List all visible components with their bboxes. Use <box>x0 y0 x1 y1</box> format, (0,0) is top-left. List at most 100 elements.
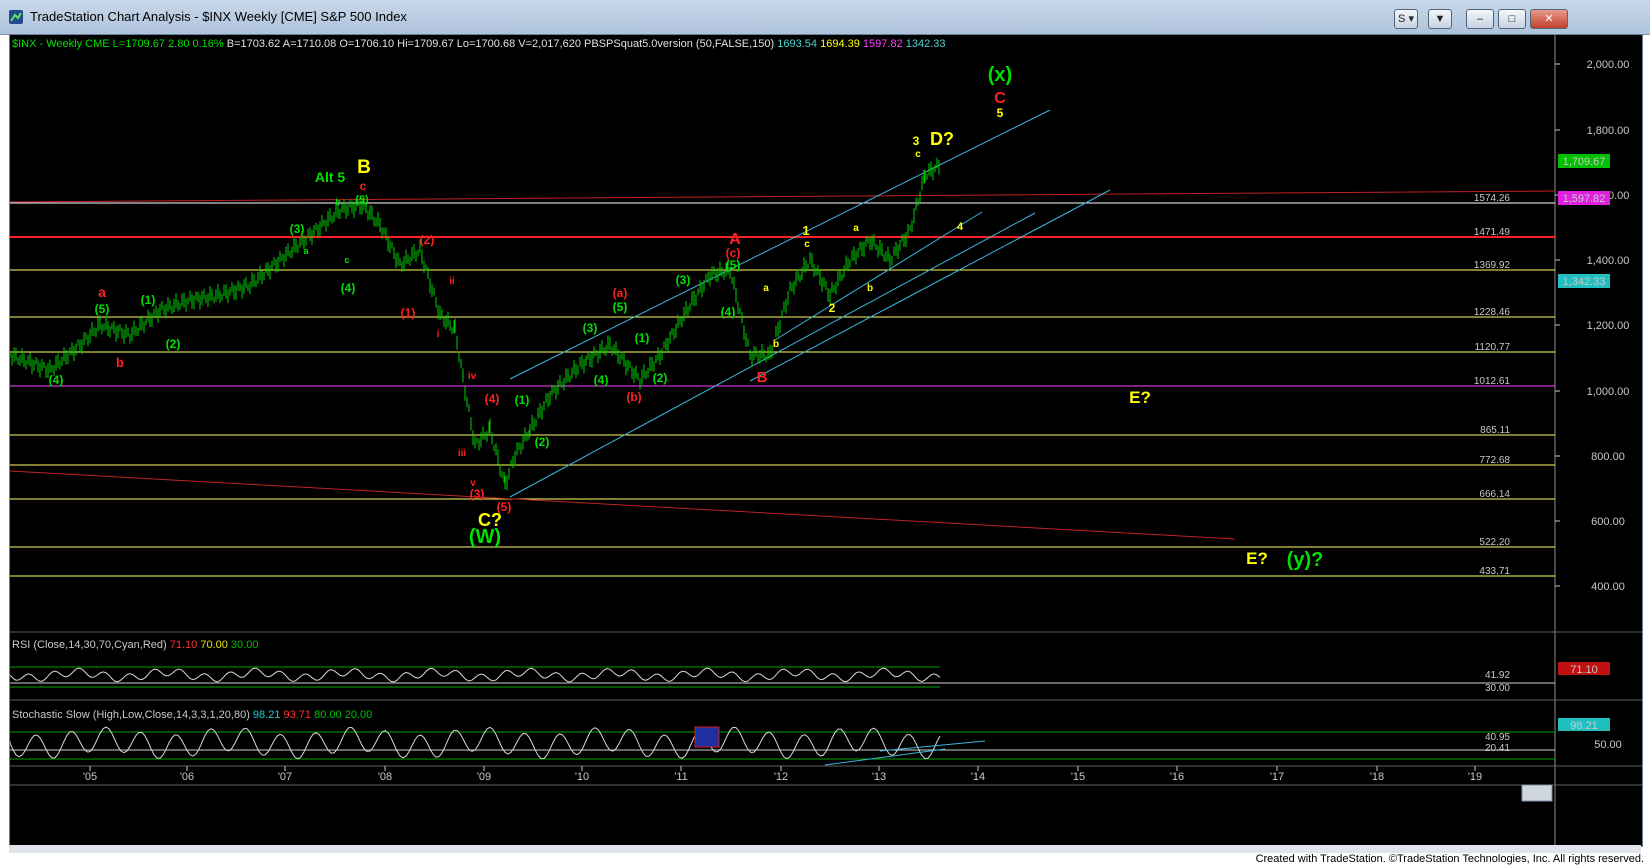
wave-label: (3) <box>583 321 598 335</box>
readout-part: 2.80 <box>165 38 189 50</box>
window-menu-button[interactable]: ▼ <box>1428 9 1452 29</box>
wave-label: i <box>437 329 440 340</box>
level-label: 865.11 <box>1480 425 1510 436</box>
time-tick-label: '10 <box>575 771 589 783</box>
maximize-button[interactable]: □ <box>1498 9 1526 29</box>
wave-label: (1) <box>141 293 156 307</box>
wave-label: (x) <box>988 64 1012 86</box>
window-title: TradeStation Chart Analysis - $INX Weekl… <box>30 9 407 24</box>
wave-label: 3 <box>913 134 920 148</box>
upper-resistance-line <box>10 190 1556 203</box>
dropdown-arrow-icon: ▾ <box>1408 13 1414 25</box>
horizontal-scrollbar[interactable] <box>9 845 1641 853</box>
wave-label: B <box>757 369 768 386</box>
wave-label: (3) <box>470 487 485 501</box>
wave-label: a <box>853 223 859 234</box>
wave-label: (1) <box>635 331 650 345</box>
wave-label: (5) <box>355 194 369 206</box>
symbol-link-button[interactable]: S ▾ <box>1394 9 1418 29</box>
readout-part: 1342.33 <box>903 38 946 50</box>
price-tick-label: 2,000.00 <box>1587 59 1630 71</box>
stochastic-value: 20.00 <box>342 709 373 721</box>
wave-label: iv <box>468 371 477 382</box>
readout-part: A=1710.08 <box>280 38 336 50</box>
chart-window[interactable]: $INX - Weekly CME L=1709.67 2.80 0.16% B… <box>9 34 1643 847</box>
wave-label: E? <box>1246 549 1268 568</box>
wave-label: b <box>116 355 124 370</box>
wave-label: (2) <box>420 233 435 247</box>
wave-label: (3) <box>290 222 305 236</box>
level-label: 1228.46 <box>1474 307 1511 318</box>
stochastic-value: 98.21 <box>250 709 281 721</box>
symbol-ohlc-readout: $INX - Weekly CME L=1709.67 2.80 0.16% B… <box>12 38 946 50</box>
readout-part: 1693.54 <box>774 38 817 50</box>
wave-label: b <box>867 283 873 294</box>
wave-label: (2) <box>653 371 668 385</box>
time-tick-label: '05 <box>83 771 97 783</box>
time-tick-label: '06 <box>180 771 194 783</box>
price-tick-label: 1,800.00 <box>1587 125 1630 137</box>
level-label: 1369.92 <box>1474 260 1511 271</box>
wave-label: (1) <box>401 306 416 320</box>
wave-label: 4 <box>957 221 964 233</box>
readout-part: Hi=1709.67 <box>394 38 454 50</box>
wave-label: D? <box>930 129 954 149</box>
long-downtrend-line <box>10 470 1236 540</box>
minimize-button[interactable]: – <box>1466 9 1494 29</box>
time-tick-label: '07 <box>278 771 292 783</box>
price-tick-label: 1,000.00 <box>1587 386 1630 398</box>
rsi-axis-label: 41.92 <box>1485 670 1510 681</box>
level-label: 1471.49 <box>1474 227 1511 238</box>
wave-label: B <box>357 157 371 178</box>
wave-label: (4) <box>341 281 356 295</box>
wave-label: a <box>98 284 106 300</box>
level-label: 666.14 <box>1479 489 1510 500</box>
level-label: 433.71 <box>1479 566 1510 577</box>
price-tick-label: 1,200.00 <box>1587 320 1630 332</box>
wave-label: b <box>773 339 779 350</box>
readout-part: O=1706.10 <box>336 38 394 50</box>
wave-label: c <box>344 255 349 265</box>
wave-label: c <box>915 149 921 160</box>
wave-label: 2 <box>829 301 836 315</box>
time-tick-label: '08 <box>378 771 392 783</box>
readout-part: Lo=1700.68 <box>454 38 515 50</box>
level-label: 1574.26 <box>1474 193 1511 204</box>
wave-label: (4) <box>485 392 500 406</box>
time-tick-label: '09 <box>477 771 491 783</box>
stochastic-value: 80.00 <box>311 709 342 721</box>
price-badge-label: 1,709.67 <box>1563 156 1606 168</box>
stochastic-badge: 98.21 <box>1570 720 1598 732</box>
rsi-axis-label: 30.00 <box>1485 683 1510 694</box>
stochastic-axis-label: 40.95 <box>1485 732 1510 743</box>
stochastic-axis-label: 50.00 <box>1594 739 1622 751</box>
stochastic-axis-label: 20.41 <box>1485 743 1510 754</box>
wave-label: (2) <box>166 337 181 351</box>
readout-part: B=1703.62 <box>224 38 281 50</box>
upper-channel-line <box>509 109 1051 380</box>
price-tick-label: 800.00 <box>1591 451 1625 463</box>
close-button[interactable]: ✕ <box>1530 9 1568 29</box>
readout-part: 1597.82 <box>860 38 903 50</box>
wave-label: (5) <box>95 302 110 316</box>
chart-canvas[interactable]: $INX - Weekly CME L=1709.67 2.80 0.16% B… <box>10 35 1642 846</box>
readout-part: 0.16% <box>189 38 223 50</box>
price-bars <box>10 157 940 491</box>
wave-label: c <box>360 179 367 193</box>
time-tick-label: '17 <box>1270 771 1284 783</box>
wave-label: Alt 5 <box>315 169 346 185</box>
time-tick-label: '19 <box>1468 771 1482 783</box>
price-tick-label: 1,400.00 <box>1587 255 1630 267</box>
wave-label: c <box>804 239 810 250</box>
scroll-right-button[interactable] <box>1521 784 1553 802</box>
readout-part: V=2,017,620 <box>515 38 581 50</box>
time-tick-label: '12 <box>774 771 788 783</box>
wave-label: (a) <box>613 286 628 300</box>
stochastic-indicator: 40.9520.41 50.00 98.21 <box>10 718 1622 766</box>
wave-label: a <box>763 283 769 294</box>
wave-label: (3) <box>676 273 691 287</box>
price-tick-label: 600.00 <box>1591 516 1625 528</box>
wave-label: (2) <box>535 435 550 449</box>
wave-label: (1) <box>515 393 530 407</box>
wave-label: (b) <box>626 390 641 404</box>
